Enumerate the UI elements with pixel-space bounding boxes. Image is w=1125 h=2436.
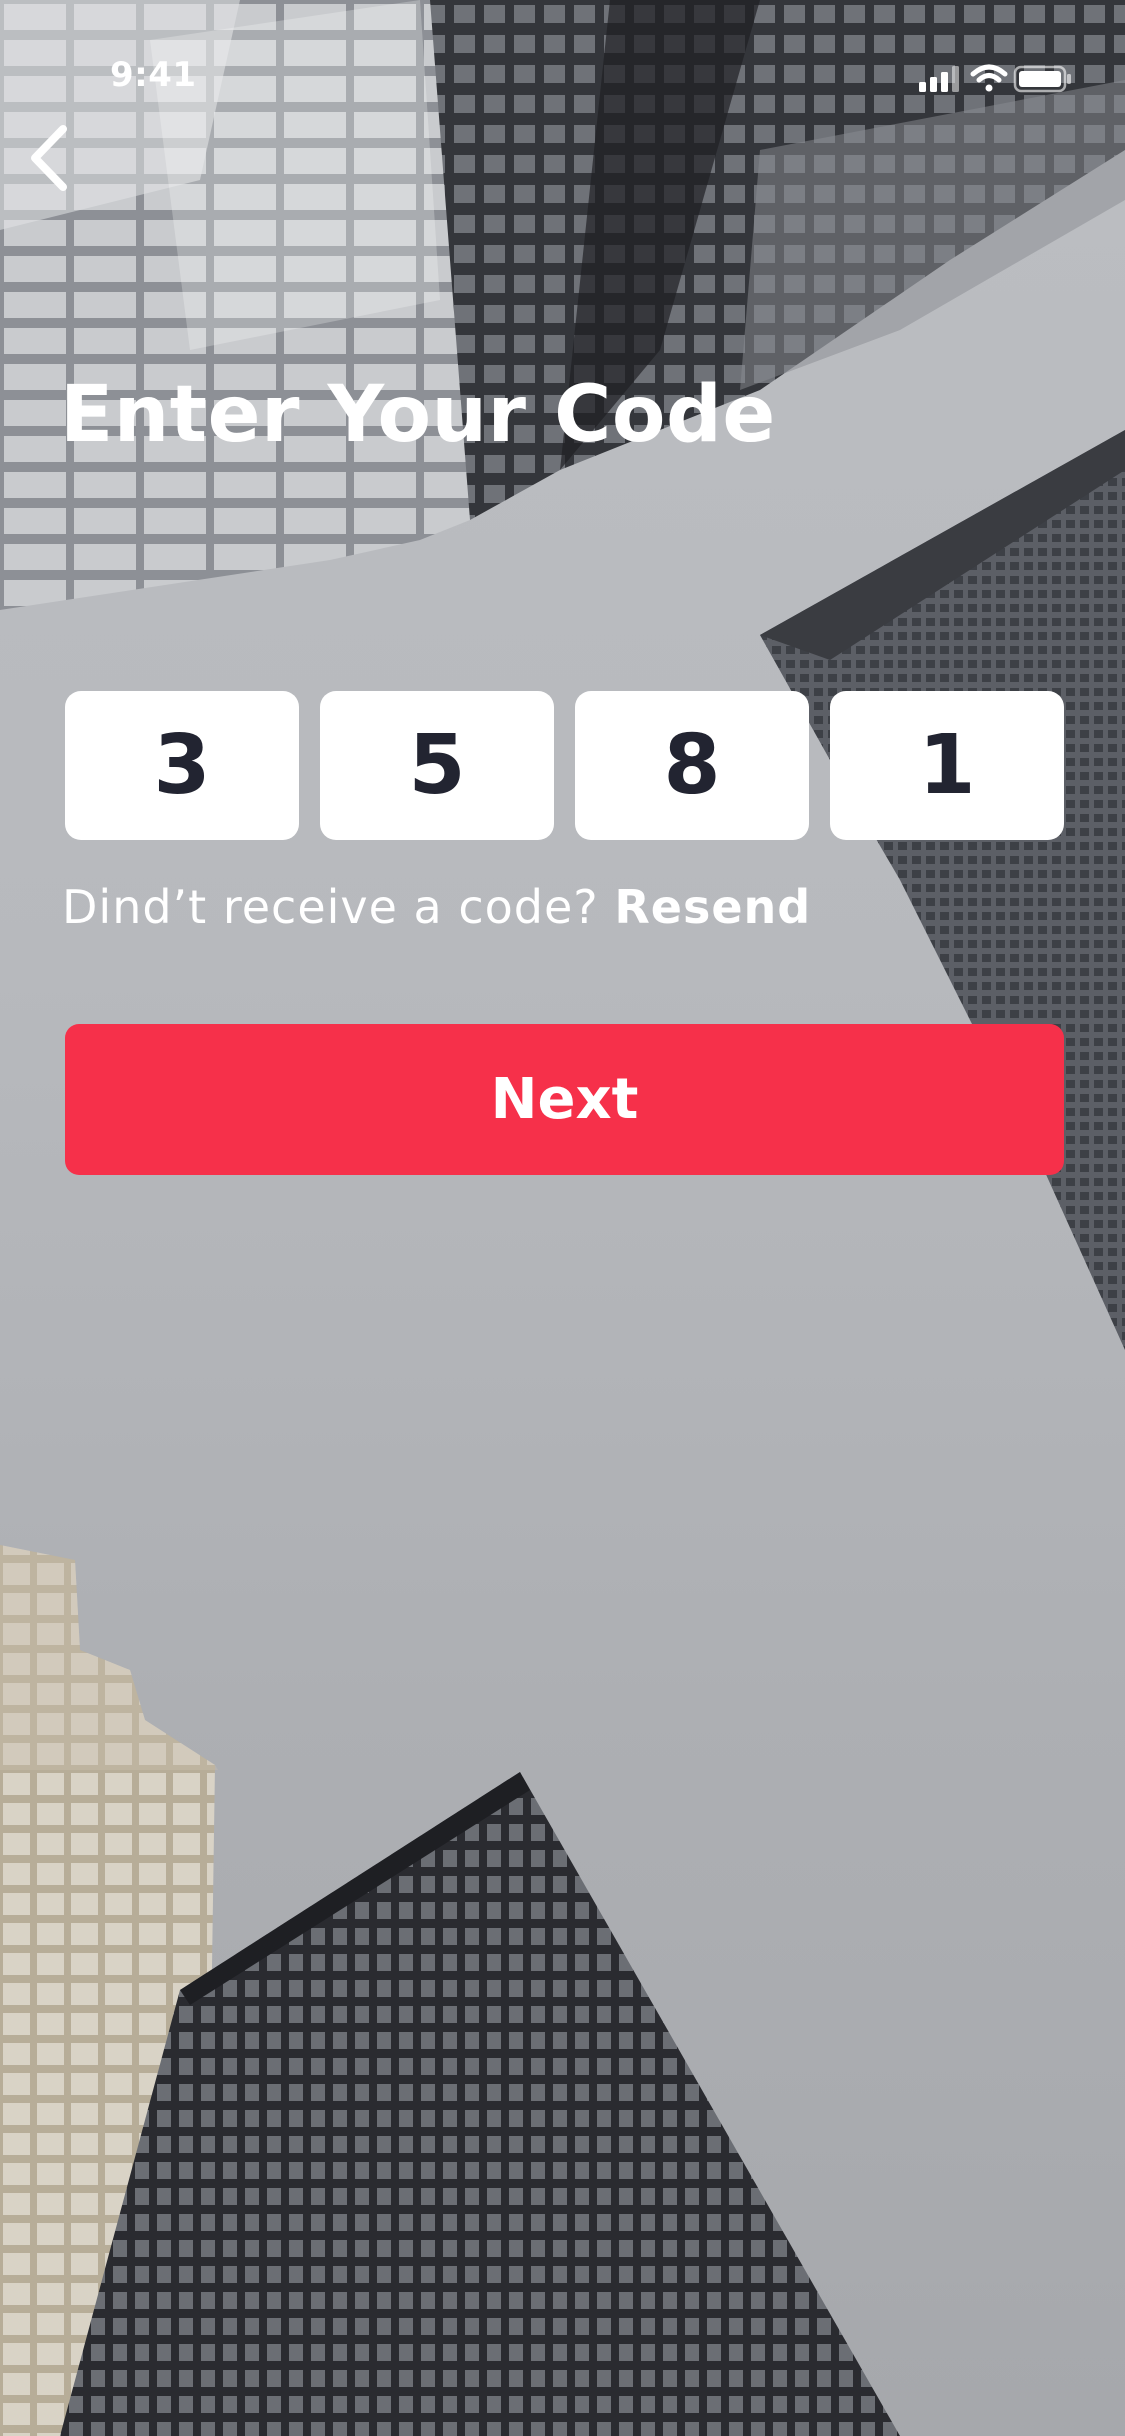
signal-icon [919, 66, 959, 92]
back-button[interactable] [14, 118, 84, 198]
code-digit-3[interactable]: 8 [575, 691, 809, 840]
wifi-icon [970, 64, 1008, 92]
code-digit-2[interactable]: 5 [320, 691, 554, 840]
resend-prompt: Dind’t receive a code? [62, 880, 599, 934]
background-buildings-image [0, 0, 1125, 2436]
status-bar: 9:41 [0, 0, 1125, 140]
code-digit-4[interactable]: 1 [830, 691, 1064, 840]
next-button[interactable]: Next [65, 1024, 1064, 1175]
status-time: 9:41 [110, 55, 197, 95]
status-icons [919, 64, 1071, 93]
resend-link[interactable]: Resend [614, 880, 811, 934]
code-digit-1[interactable]: 3 [65, 691, 299, 840]
verification-screen: 9:41 Enter Your Code 3 5 8 1 Dind’t rece… [0, 0, 1125, 2436]
code-input-group: 3 5 8 1 [65, 691, 1064, 840]
resend-row: Dind’t receive a code? Resend [62, 880, 811, 934]
page-title: Enter Your Code [60, 370, 776, 460]
chevron-left-icon [31, 125, 67, 191]
battery-icon [1013, 65, 1071, 93]
